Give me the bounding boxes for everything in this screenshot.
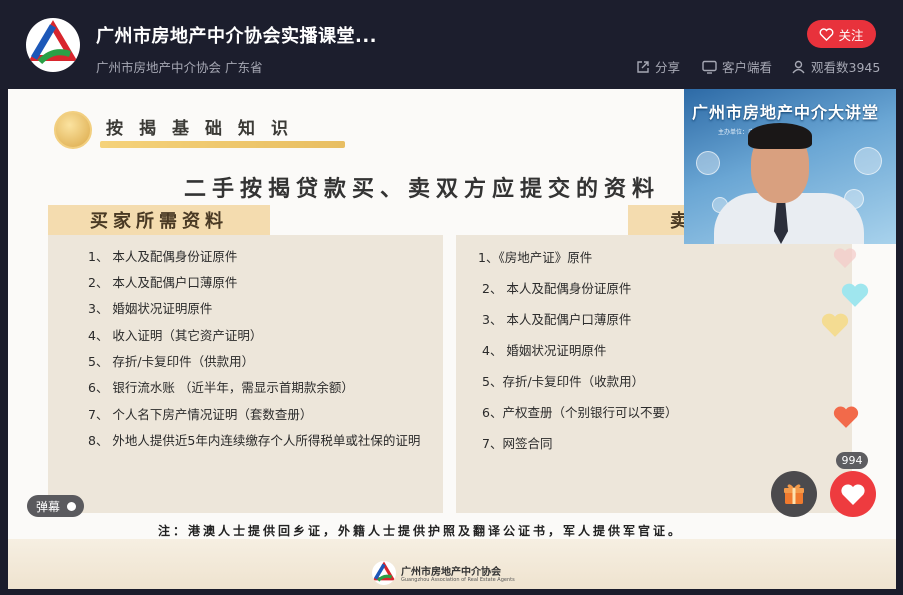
coin-icon xyxy=(54,111,92,149)
floating-heart-icon xyxy=(841,283,869,307)
channel-avatar[interactable] xyxy=(26,18,80,72)
stream-subtitle: 广州市房地产中介协会 广东省 xyxy=(96,60,263,75)
share-icon xyxy=(637,60,649,73)
association-logo-icon xyxy=(28,20,78,69)
buyer-item: 6、 银行流水账 （近半年，需显示首期款余额） xyxy=(88,380,354,395)
video-banner-title: 广州市房地产中介大讲堂 xyxy=(692,103,880,122)
gift-icon xyxy=(784,484,804,504)
seller-item: 3、 本人及配偶户口薄原件 xyxy=(482,312,632,327)
buyer-panel: 1、 本人及配偶身份证原件 2、 本人及配偶户口薄原件 3、 婚姻状况证明原件 … xyxy=(48,235,443,513)
section-underline xyxy=(100,141,345,148)
floating-heart-icon xyxy=(833,406,859,428)
floating-heart-icon xyxy=(821,313,849,337)
view-count-label: 观看数3945 xyxy=(811,60,881,75)
seller-item: 7、网签合同 xyxy=(482,436,553,451)
buyer-item: 2、 本人及配偶户口薄原件 xyxy=(88,275,238,290)
user-icon xyxy=(792,60,805,73)
danmu-toggle[interactable]: 弹幕 xyxy=(27,495,84,517)
like-count-badge: 994 xyxy=(836,452,868,469)
buyer-item: 7、 个人名下房产情况证明（套数查册） xyxy=(88,407,313,422)
bubble-decoration xyxy=(696,151,720,175)
follow-label: 关注 xyxy=(838,27,864,43)
presenter-hair xyxy=(748,123,812,149)
buyer-item: 3、 婚姻状况证明原件 xyxy=(88,301,213,316)
buyer-item: 5、 存折/卡复印件（供款用） xyxy=(88,354,255,369)
buyer-item: 4、 收入证明（其它资产证明） xyxy=(88,328,263,343)
seller-item: 4、 婚姻状况证明原件 xyxy=(482,343,607,358)
slide-note: 注：港澳人士提供回乡证，外籍人士提供护照及翻译公证书，军人提供军官证。 xyxy=(158,524,684,538)
section-title: 按揭基础知识 xyxy=(106,119,304,139)
heart-icon xyxy=(841,483,865,505)
view-count: 观看数3945 xyxy=(791,57,880,76)
footer-org-name: 广州市房地产中介协会 xyxy=(401,567,501,578)
toggle-knob xyxy=(67,501,77,511)
like-button[interactable] xyxy=(830,471,876,517)
danmu-label: 弹幕 xyxy=(36,499,61,514)
buyer-item: 8、 外地人提供近5年内连续缴存个人所得税单或社保的证明 xyxy=(88,433,421,448)
gift-button[interactable] xyxy=(771,471,817,517)
buyer-item: 1、 本人及配偶身份证原件 xyxy=(88,249,238,264)
seller-item: 2、 本人及配偶身份证原件 xyxy=(482,281,632,296)
share-button[interactable]: 分享 xyxy=(636,57,680,76)
seller-item: 1、《房地产证》原件 xyxy=(478,250,593,265)
follow-button[interactable]: 关注 xyxy=(807,20,876,48)
stream-title: 广州市房地产中介协会实播课堂... xyxy=(96,26,378,47)
client-watch-label: 客户端看 xyxy=(722,60,773,75)
floating-heart-icon xyxy=(833,248,857,268)
client-watch-button[interactable]: 客户端看 xyxy=(702,57,772,76)
slide-main-title: 二手按揭贷款买、卖双方应提交的资料 xyxy=(184,177,661,202)
footer-logo-icon xyxy=(372,561,396,585)
share-label: 分享 xyxy=(655,60,681,75)
buyer-heading: 买家所需资料 xyxy=(48,205,270,235)
footer-org-english: Guangzhou Association of Real Estate Age… xyxy=(401,577,515,583)
bubble-decoration xyxy=(854,147,882,175)
presenter-video[interactable]: 广州市房地产中介大讲堂 主办单位：广州市房地产中介协会 xyxy=(684,89,896,244)
monitor-icon xyxy=(702,60,717,74)
heart-plus-icon xyxy=(820,27,834,41)
seller-item: 5、存折/卡复印件（收款用） xyxy=(482,374,645,389)
stream-header: 广州市房地产中介协会实播课堂... 广州市房地产中介协会 广东省 关注 分享 客… xyxy=(0,0,903,89)
seller-item: 6、产权查册（个别银行可以不要） xyxy=(482,405,678,420)
